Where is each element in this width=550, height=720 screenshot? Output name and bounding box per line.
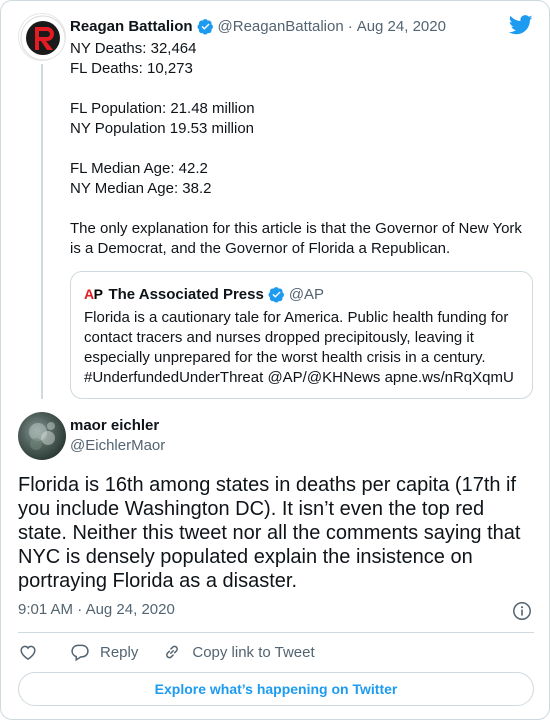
explore-twitter-button[interactable]: Explore what’s happening on Twitter xyxy=(18,672,534,706)
tweet-line: FL Deaths: 10,273 xyxy=(70,60,193,77)
embedded-quote-card[interactable]: AP The Associated Press @AP Florida is a… xyxy=(70,271,533,399)
author-name[interactable]: Reagan Battalion xyxy=(70,18,193,35)
dot-separator: · xyxy=(347,17,353,35)
tweet-line: you include Washington DC). It isn’t eve… xyxy=(18,498,485,520)
maor-eichler-avatar[interactable] xyxy=(18,412,66,460)
reply-icon xyxy=(71,644,89,662)
embedded-author-name[interactable]: The Associated Press xyxy=(108,286,263,303)
tweet-actions: Reply Copy link to Tweet xyxy=(18,641,315,663)
ap-logo: AP xyxy=(84,286,103,302)
reply-button[interactable]: Reply xyxy=(70,642,138,662)
twitter-bird-icon[interactable] xyxy=(509,15,533,35)
quote-line: Florida is a cautionary tale for America… xyxy=(84,309,509,326)
reagan-battalion-avatar[interactable] xyxy=(18,13,66,61)
embedded-quote-text: Florida is a cautionary tale for America… xyxy=(84,308,524,388)
link-icon xyxy=(166,645,179,659)
copy-link-label: Copy link to Tweet xyxy=(192,643,315,661)
reply-label: Reply xyxy=(100,643,139,661)
author-handle[interactable]: @EichlerMaor xyxy=(70,437,165,454)
divider xyxy=(18,632,534,633)
quoted-tweet-text: NY Deaths: 32,464 FL Deaths: 10,273 FL P… xyxy=(70,39,532,259)
tweet-line: NYC is densely populated explain the ins… xyxy=(18,546,473,568)
quote-line: #UnderfundedUnderThreat @AP/@KHNews apne… xyxy=(84,369,514,386)
info-icon[interactable] xyxy=(512,601,532,621)
verified-badge-icon xyxy=(197,18,213,35)
tweet-embed-card: Reagan Battalion @ReaganBattalion · Aug … xyxy=(0,0,550,720)
like-button[interactable] xyxy=(18,642,38,662)
verified-badge-icon xyxy=(268,286,284,303)
tweet-line: state. Neither this tweet nor all the co… xyxy=(18,522,521,544)
author-name[interactable]: maor eichler xyxy=(70,417,159,434)
tweet-line: portraying Florida as a disaster. xyxy=(18,570,298,592)
author-handle[interactable]: @ReaganBattalion xyxy=(218,18,344,35)
dot-separator: · xyxy=(77,601,83,618)
tweet-line: FL Median Age: 42.2 xyxy=(70,160,208,177)
tweet-line: FL Population: 21.48 million xyxy=(70,100,255,117)
embedded-author-handle[interactable]: @AP xyxy=(289,286,324,303)
quoted-tweet-header: Reagan Battalion @ReaganBattalion · Aug … xyxy=(70,15,446,37)
tweet-line: The only explanation for this article is… xyxy=(70,220,522,237)
tweet-date: Aug 24, 2020 xyxy=(85,601,175,618)
tweet-line: is a Democrat, and the Governor of Flori… xyxy=(70,240,451,257)
tweet-date[interactable]: Aug 24, 2020 xyxy=(357,18,446,35)
tweet-line: NY Deaths: 32,464 xyxy=(70,40,197,57)
tweet-timestamp[interactable]: 9:01 AM · Aug 24, 2020 xyxy=(18,601,175,618)
embedded-quote-header: AP The Associated Press @AP xyxy=(84,284,324,304)
tweet-line: Florida is 16th among states in deaths p… xyxy=(18,474,517,496)
quote-line: especially unprepared for the worst heal… xyxy=(84,349,486,366)
tweet-line: NY Median Age: 38.2 xyxy=(70,180,212,197)
reply-tweet-text: Florida is 16th among states in deaths p… xyxy=(18,473,538,593)
quote-line: contact tracers and nurses dropped preci… xyxy=(84,329,474,346)
heart-icon xyxy=(20,645,36,661)
tweet-time: 9:01 AM xyxy=(18,601,74,618)
tweet-line: NY Population 19.53 million xyxy=(70,120,255,137)
thread-line xyxy=(41,64,43,399)
copy-link-button[interactable]: Copy link to Tweet xyxy=(162,642,315,662)
